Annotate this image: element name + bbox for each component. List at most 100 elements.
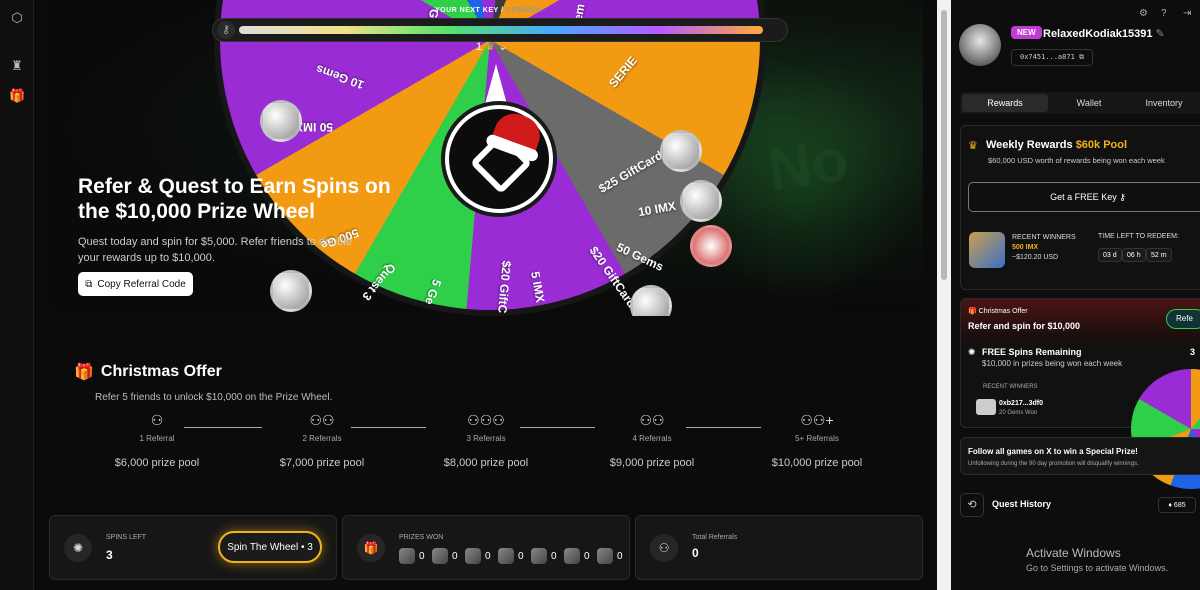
- hero-description: Quest today and spin for $5,000. Refer f…: [78, 236, 352, 264]
- weekly-subtitle: $60,000 USD worth of rewards being won e…: [988, 156, 1165, 165]
- user-icon: ⚇: [150, 412, 164, 428]
- prize-icon: [432, 548, 448, 564]
- level-value: 1: [476, 41, 483, 53]
- spin-icon: ✺: [968, 347, 976, 357]
- logout-icon[interactable]: ⇥: [1183, 8, 1191, 19]
- prize-count: 0: [485, 550, 491, 562]
- referral-step: ⚇⚇+ 5+ Referrals $10,000 prize pool: [762, 412, 872, 469]
- recent-winners-label: RECENT WINNERS: [1012, 234, 1076, 241]
- winner-prize-image: [969, 232, 1005, 268]
- avatar[interactable]: [959, 24, 1001, 66]
- refer-button[interactable]: Refe: [1166, 309, 1200, 329]
- gift-icon[interactable]: 🎁: [9, 88, 25, 104]
- quest-history[interactable]: ⟲ Quest History ♦ 685: [960, 493, 1200, 517]
- username-text: RelaxedKodiak15391: [1043, 28, 1153, 40]
- activate-title: Activate Windows: [1026, 546, 1121, 560]
- wheel-segment: 5 Ge: [421, 277, 445, 307]
- xo-label-text: Christmas Offer: [978, 308, 1028, 315]
- prize-count: 0: [518, 550, 524, 562]
- prize-count: 0: [452, 550, 458, 562]
- edit-icon[interactable]: ✎: [1156, 28, 1165, 40]
- wheel-segment: $25 GiftCard: [596, 148, 666, 196]
- prize-token: [270, 270, 312, 312]
- step-label: 2 Referrals: [302, 434, 342, 443]
- prize-icon: [465, 548, 481, 564]
- referral-step: ⚇⚇ 2 Referrals $7,000 prize pool: [267, 412, 377, 469]
- side-tabs: Rewards Wallet Inventory: [960, 92, 1200, 114]
- prize-icon: [498, 548, 514, 564]
- wheel-hub[interactable]: [445, 105, 553, 213]
- gems-count: 685: [1173, 502, 1186, 509]
- wallet-address-text: 0x7451...a871: [1020, 53, 1075, 61]
- users-icon: ⚇: [650, 534, 678, 562]
- hero-banner: No $25 GiftCard 10 IMX 50 Gems $20 GiftC…: [48, 0, 923, 316]
- gift-icon: 🎁: [968, 308, 977, 315]
- prizes-label: PRIZES WON: [399, 534, 444, 541]
- follow-banner[interactable]: Follow all games on X to win a Special P…: [960, 437, 1200, 475]
- key-rarity: COMMON: [505, 7, 542, 14]
- copy-icon: ⧉: [1079, 53, 1085, 61]
- activate-subtitle: Go to Settings to activate Windows.: [1026, 563, 1169, 573]
- gift-icon: 🎁: [74, 364, 94, 381]
- scrollbar[interactable]: [937, 0, 951, 590]
- logo-icon[interactable]: ⬡: [9, 10, 25, 26]
- follow-title: Follow all games on X to win a Special P…: [968, 447, 1138, 456]
- christmas-offer-card: 🎁 Christmas Offer Refer and spin for $10…: [960, 298, 1200, 489]
- weekly-rewards-title: Weekly Rewards $60k Pool: [986, 139, 1127, 151]
- prize-item: 0: [564, 548, 590, 564]
- spins-card: ✺ SPINS LEFT 3 Spin The Wheel • 3: [49, 515, 337, 580]
- prize-item: 0: [399, 548, 425, 564]
- step-pool: $8,000 prize pool: [443, 457, 529, 469]
- prize-count: 0: [584, 550, 590, 562]
- referrals-card: ⚇ Total Referrals 0: [635, 515, 923, 580]
- users-icon: ⚇⚇: [309, 412, 335, 428]
- free-key-button[interactable]: Get a FREE Key ⚷: [968, 182, 1200, 212]
- prize-item: 0: [498, 548, 524, 564]
- wheel-segment: 50 Gems: [614, 240, 666, 274]
- recent-winner-prize: 20 Gems Won: [999, 410, 1038, 416]
- referral-step: ⚇⚇⚇ 3 Referrals $8,000 prize pool: [431, 412, 541, 469]
- referrals-label: Total Referrals: [692, 534, 738, 541]
- christmas-offer-label: 🎁 Christmas Offer: [968, 307, 1028, 315]
- referral-step: ⚇ 1 Referral $6,000 prize pool: [102, 412, 212, 469]
- weekly-pool: $60k Pool: [1075, 139, 1128, 151]
- spin-icon: ✺: [64, 534, 92, 562]
- referrals-value: 0: [692, 546, 699, 560]
- scrollbar-thumb[interactable]: [941, 10, 947, 280]
- tab-wallet[interactable]: Wallet: [1053, 94, 1125, 112]
- step-pool: $10,000 prize pool: [771, 457, 863, 469]
- crown-icon: ♛: [485, 41, 496, 53]
- christmas-offer: 🎁 Christmas Offer Refer 5 friends to unlo…: [74, 362, 914, 403]
- spins-value: 3: [106, 548, 113, 562]
- tab-rewards[interactable]: Rewards: [962, 94, 1048, 112]
- key-icon: ⚷: [1119, 191, 1126, 202]
- trophy-icon[interactable]: ♜: [9, 58, 25, 74]
- tab-inventory[interactable]: Inventory: [1130, 94, 1198, 112]
- step-pool: $6,000 prize pool: [114, 457, 200, 469]
- step-pool: $7,000 prize pool: [279, 457, 365, 469]
- stats-cards: ✺ SPINS LEFT 3 Spin The Wheel • 3 🎁 PRIZ…: [49, 515, 924, 580]
- christmas-offer-heading: Refer and spin for $10,000: [968, 321, 1081, 331]
- wallet-address[interactable]: 0x7451...a871 ⧉: [1011, 49, 1094, 66]
- copy-referral-button[interactable]: ⧉ Copy Referral Code: [78, 272, 193, 296]
- prize-token: [630, 285, 672, 316]
- weekly-rewards-card: ♛ Weekly Rewards $60k Pool $60,000 USD w…: [960, 125, 1200, 290]
- wheel-segment: 10 IMX: [637, 198, 677, 220]
- spins-label: SPINS LEFT: [106, 534, 147, 541]
- left-nav: ⬡ ♜ 🎁: [0, 0, 34, 590]
- follow-subtitle: Unfollowing during the 90 day promotion …: [968, 461, 1139, 467]
- chevron-down-icon: ⌄: [498, 41, 508, 53]
- windows-activation-watermark: Activate Windows Go to Settings to activa…: [1026, 546, 1168, 573]
- history-icon: ⟲: [960, 493, 984, 517]
- wheel-segment: $20 GiftC: [495, 260, 514, 314]
- users-plus-icon: ⚇⚇+: [800, 412, 834, 428]
- spin-wheel-button[interactable]: Spin The Wheel • 3: [218, 531, 322, 563]
- prize-count: 0: [419, 550, 425, 562]
- settings-icon[interactable]: ⚙: [1139, 8, 1148, 19]
- level-selector[interactable]: 1 ♛ ⌄: [476, 40, 507, 53]
- wheel-segment: Quest 3: [359, 260, 399, 304]
- key-progress-bar: [239, 26, 763, 34]
- prize-token: [690, 225, 732, 267]
- help-icon[interactable]: ?: [1161, 8, 1167, 19]
- timer-hours: 06 h: [1122, 248, 1146, 262]
